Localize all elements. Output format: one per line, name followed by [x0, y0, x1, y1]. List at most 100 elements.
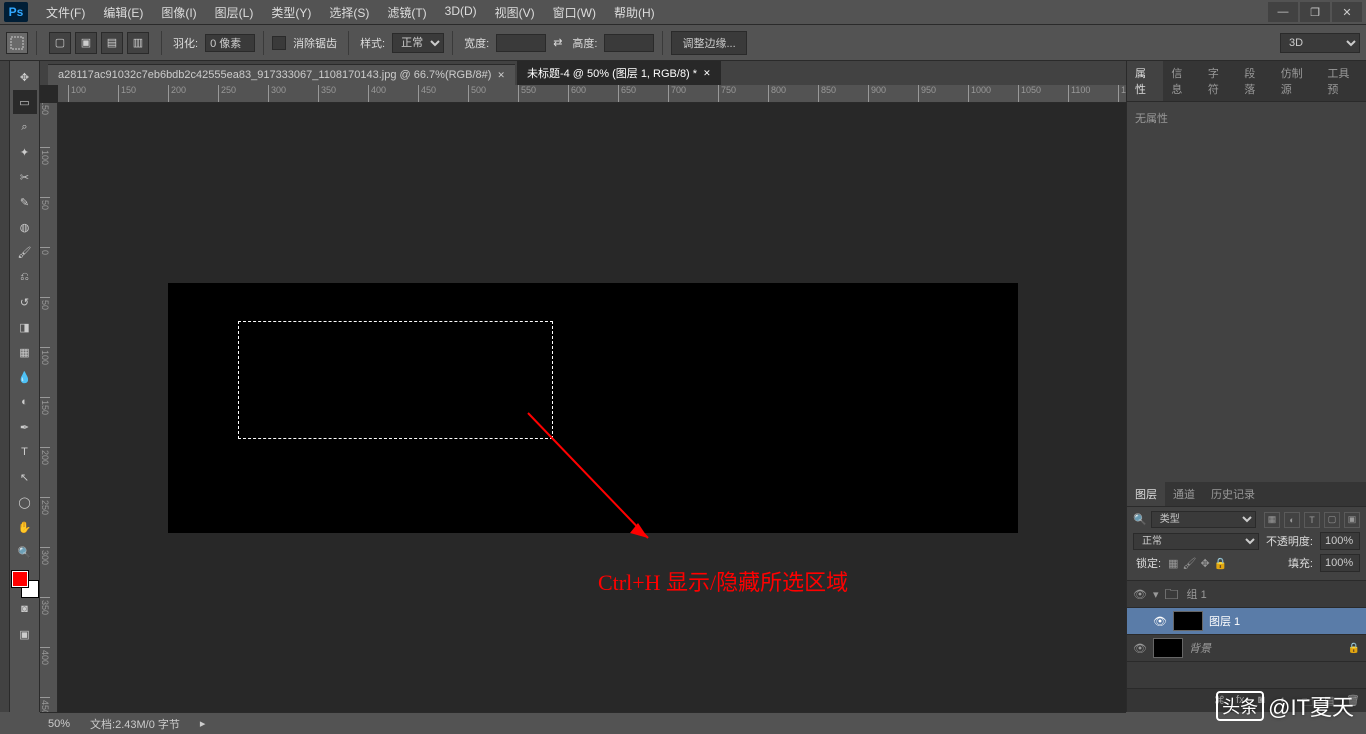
antialias-checkbox[interactable]	[272, 36, 286, 50]
menu-select[interactable]: 选择(S)	[321, 0, 377, 25]
layer-name[interactable]: 图层 1	[1209, 613, 1240, 629]
subtract-selection-icon[interactable]: ▤	[101, 32, 123, 54]
layer-background[interactable]: 👁 背景 🔒	[1127, 635, 1366, 662]
close-button[interactable]: ✕	[1332, 2, 1362, 22]
layer-thumbnail[interactable]	[1153, 638, 1183, 658]
stamp-tool[interactable]: ⎌	[13, 265, 37, 289]
blur-tool[interactable]: 💧	[13, 365, 37, 389]
hand-tool[interactable]: ✋	[13, 515, 37, 539]
zoom-tool[interactable]: 🔍	[13, 540, 37, 564]
visibility-icon[interactable]: 👁	[1153, 614, 1167, 628]
blend-mode-select[interactable]: 正常	[1133, 533, 1259, 550]
history-brush-tool[interactable]: ↺	[13, 290, 37, 314]
layer-item-1[interactable]: 👁 图层 1	[1127, 608, 1366, 635]
foreground-color[interactable]	[12, 571, 28, 587]
minimize-button[interactable]: —	[1268, 2, 1298, 22]
magic-wand-tool[interactable]: ✦	[13, 140, 37, 164]
filter-type-icon[interactable]: T	[1304, 512, 1320, 528]
tab-clone-source[interactable]: 仿制源	[1273, 61, 1320, 101]
move-tool[interactable]: ✥	[13, 65, 37, 89]
layer-group[interactable]: 👁 ▾ 🗀 组 1	[1127, 581, 1366, 608]
chevron-down-icon[interactable]: ▾	[1153, 588, 1159, 601]
pen-tool[interactable]: ✒	[13, 415, 37, 439]
ruler-vertical[interactable]: 3002502001501005005010015020025030035040…	[40, 103, 58, 712]
healing-tool[interactable]: ◍	[13, 215, 37, 239]
height-input[interactable]	[604, 34, 654, 52]
tab-label: 未标题-4 @ 50% (图层 1, RGB/8) *	[527, 65, 697, 81]
maximize-button[interactable]: ❐	[1300, 2, 1330, 22]
brush-tool[interactable]: 🖌	[13, 240, 37, 264]
filter-adjust-icon[interactable]: ◐	[1284, 512, 1300, 528]
gradient-tool[interactable]: ▦	[13, 340, 37, 364]
lock-position-icon[interactable]: ✥	[1200, 557, 1209, 570]
intersect-selection-icon[interactable]: ▥	[127, 32, 149, 54]
refine-edge-button[interactable]: 调整边缘...	[671, 31, 746, 55]
filter-smart-icon[interactable]: ▣	[1344, 512, 1360, 528]
menu-help[interactable]: 帮助(H)	[606, 0, 663, 25]
menu-filter[interactable]: 滤镜(T)	[379, 0, 434, 25]
doc-info[interactable]: 文档:2.43M/0 字节	[90, 716, 180, 732]
lock-all-icon[interactable]: 🔒	[1214, 557, 1228, 570]
menu-file[interactable]: 文件(F)	[38, 0, 93, 25]
eraser-tool[interactable]: ◨	[13, 315, 37, 339]
dock-sliver-left[interactable]	[0, 61, 10, 712]
menu-type[interactable]: 类型(Y)	[263, 0, 319, 25]
crop-tool[interactable]: ✂	[13, 165, 37, 189]
tab-history[interactable]: 历史记录	[1203, 482, 1263, 506]
fill-label: 填充:	[1288, 555, 1313, 571]
tab-info[interactable]: 信息	[1163, 61, 1199, 101]
app-logo: Ps	[4, 2, 28, 22]
filter-pixel-icon[interactable]: ▦	[1264, 512, 1280, 528]
style-select[interactable]: 正常	[392, 33, 444, 53]
quick-mask-tool[interactable]: ◙	[13, 597, 37, 621]
workspace-select[interactable]: 3D	[1280, 33, 1360, 53]
chevron-right-icon[interactable]: ▸	[200, 717, 206, 730]
ruler-horizontal[interactable]: 0501001502002503003504004505005506006507…	[58, 85, 1126, 103]
new-selection-icon[interactable]: ▢	[49, 32, 71, 54]
layer-name[interactable]: 组 1	[1187, 586, 1207, 602]
tab-properties[interactable]: 属性	[1127, 61, 1163, 101]
lock-transparent-icon[interactable]: ▦	[1168, 557, 1178, 570]
width-input[interactable]	[496, 34, 546, 52]
shape-tool[interactable]: ◯	[13, 490, 37, 514]
layer-name[interactable]: 背景	[1189, 640, 1211, 656]
visibility-icon[interactable]: 👁	[1133, 587, 1147, 601]
feather-input[interactable]	[205, 34, 255, 52]
filter-shape-icon[interactable]: ▢	[1324, 512, 1340, 528]
screen-mode-tool[interactable]: ▣	[13, 622, 37, 646]
dodge-tool[interactable]: ◐	[13, 390, 37, 414]
path-tool[interactable]: ↖	[13, 465, 37, 489]
menu-window[interactable]: 窗口(W)	[545, 0, 604, 25]
close-icon[interactable]: ✕	[497, 70, 505, 81]
layer-filter-kind[interactable]: 类型	[1151, 511, 1256, 528]
tab-tool-presets[interactable]: 工具预	[1319, 61, 1366, 101]
menu-layer[interactable]: 图层(L)	[207, 0, 262, 25]
canvas-viewport[interactable]: Ctrl+H 显示/隐藏所选区域	[58, 103, 1126, 712]
swap-icon[interactable]: ⇄	[553, 36, 562, 49]
fill-input[interactable]	[1320, 554, 1360, 572]
tab-paragraph[interactable]: 段落	[1236, 61, 1272, 101]
menu-3d[interactable]: 3D(D)	[437, 0, 485, 25]
layer-thumbnail[interactable]	[1173, 611, 1203, 631]
eyedropper-tool[interactable]: ✎	[13, 190, 37, 214]
menu-view[interactable]: 视图(V)	[487, 0, 543, 25]
search-icon[interactable]: 🔍	[1133, 513, 1147, 526]
document-tab-2[interactable]: 未标题-4 @ 50% (图层 1, RGB/8) * ✕	[517, 60, 721, 85]
marquee-tool[interactable]: ▭	[13, 90, 37, 114]
menu-image[interactable]: 图像(I)	[153, 0, 204, 25]
tab-layers[interactable]: 图层	[1127, 482, 1165, 506]
tab-character[interactable]: 字符	[1200, 61, 1236, 101]
lock-paint-icon[interactable]: 🖌	[1182, 557, 1196, 570]
tab-channels[interactable]: 通道	[1165, 482, 1203, 506]
menu-edit[interactable]: 编辑(E)	[95, 0, 151, 25]
close-icon[interactable]: ✕	[703, 68, 711, 79]
lasso-tool[interactable]: ⌕	[13, 115, 37, 139]
opacity-input[interactable]	[1320, 532, 1360, 550]
tool-preset-icon[interactable]	[6, 32, 28, 54]
type-tool[interactable]: T	[13, 440, 37, 464]
visibility-icon[interactable]: 👁	[1133, 641, 1147, 655]
zoom-level[interactable]: 50%	[48, 718, 70, 730]
add-selection-icon[interactable]: ▣	[75, 32, 97, 54]
document-tab-1[interactable]: a28117ac91032c7eb6bdb2c42555ea83_9173330…	[48, 64, 515, 85]
color-swatches[interactable]	[12, 571, 38, 597]
